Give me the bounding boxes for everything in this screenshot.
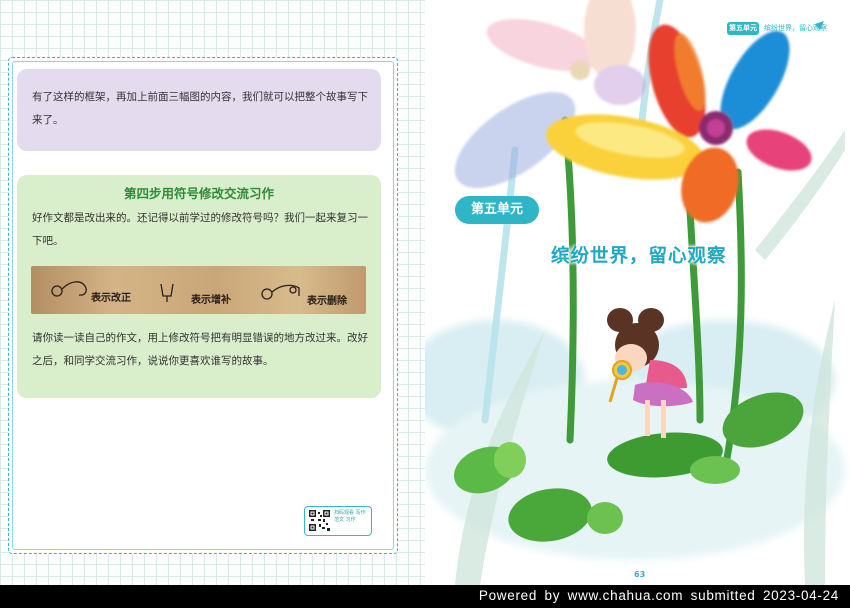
step4-instruction: 请你读一读自己的作文，用上修改符号把有明显错误的地方改过来。改好之后，和同学交流… xyxy=(32,332,368,367)
qr-code-icon[interactable] xyxy=(309,510,330,531)
symbol-label-delete: 表示删除 xyxy=(307,296,347,307)
header-unit-badge: 第五单元 xyxy=(729,24,757,32)
header-theme: 缤纷世界，留心观察 xyxy=(764,24,827,32)
symbol-label-correct: 表示改正 xyxy=(91,293,131,304)
page-number: 63 xyxy=(634,570,646,579)
proofreading-symbols-image: 表示改正 表示增补 表示删除 xyxy=(31,266,366,314)
unit-title: 缤纷世界，留心观察 xyxy=(551,246,727,267)
step4-intro: 好作文都是改出来的。还记得以前学过的修改符号吗？我们一起来复习一下吧。 xyxy=(32,212,368,247)
left-page: 有了这样的框架，再加上前面三幅图的内容，我们就可以把整个故事写下来了。 第四步用… xyxy=(0,0,425,585)
framework-note-text: 有了这样的框架，再加上前面三幅图的内容，我们就可以把整个故事写下来了。 xyxy=(32,91,368,126)
symbol-label-insert: 表示增补 xyxy=(191,295,231,306)
flower-illustration xyxy=(425,0,845,585)
footer-bar: Powered by www.chahua.com submitted 2023… xyxy=(0,585,850,608)
step4-title: 第四步用符号修改交流习作 xyxy=(123,186,274,201)
unit-badge: 第五单元 xyxy=(455,196,539,224)
qr-card[interactable]: 扫码观看 写作范文 习作 xyxy=(304,506,372,536)
footer-watermark: Powered by www.chahua.com submitted 2023… xyxy=(478,588,839,603)
qr-caption: 扫码观看 写作范文 习作 xyxy=(334,510,366,523)
right-page: 第五单元 缤纷世界，留心观察 第五单元 缤纷世界，留心观察 xyxy=(425,0,850,585)
